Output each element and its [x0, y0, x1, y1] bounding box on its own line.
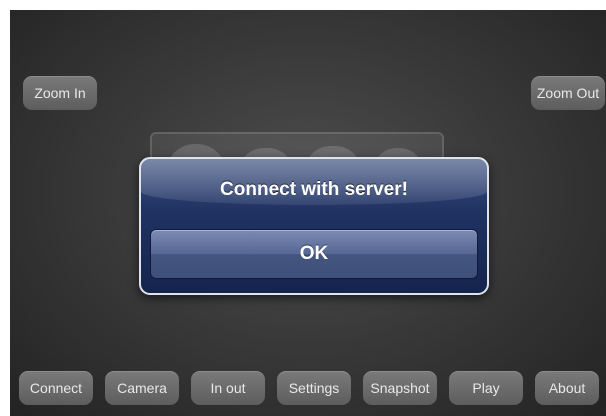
toolbar-about-button[interactable]: About [535, 371, 599, 405]
app-screen: Zoom In Zoom Out Connect Camera In out S… [10, 10, 606, 416]
alert-dialog: Connect with server! OK [139, 157, 489, 295]
toolbar-settings-button[interactable]: Settings [277, 371, 351, 405]
alert-title: Connect with server! [220, 179, 408, 200]
toolbar-play-button[interactable]: Play [449, 371, 523, 405]
alert-ok-button[interactable]: OK [150, 229, 478, 279]
toolbar-in-out-button[interactable]: In out [191, 371, 265, 405]
toolbar-snapshot-button[interactable]: Snapshot [363, 371, 437, 405]
toolbar-connect-button[interactable]: Connect [19, 371, 93, 405]
zoom-out-button[interactable]: Zoom Out [531, 76, 605, 110]
toolbar-camera-button[interactable]: Camera [105, 371, 179, 405]
zoom-in-button[interactable]: Zoom In [23, 76, 97, 110]
